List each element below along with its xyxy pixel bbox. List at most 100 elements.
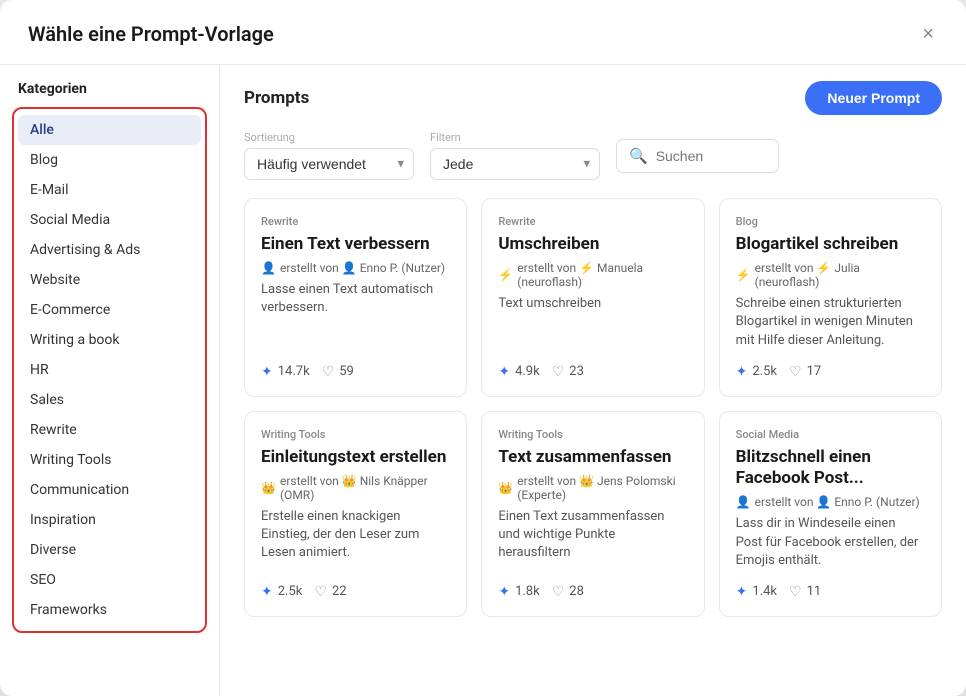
prompts-title: Prompts <box>244 88 309 108</box>
card-likes: ♡ 23 <box>552 364 584 380</box>
sort-label: Sortierung <box>244 131 414 144</box>
sidebar-item-diverse[interactable]: Diverse <box>18 535 201 565</box>
card-description: Lass dir in Windeseile einen Post für Fa… <box>736 515 925 570</box>
filter-label: Filtern <box>430 131 600 144</box>
prompt-card[interactable]: Writing Tools Einleitungstext erstellen … <box>244 411 467 617</box>
sidebar-item-communication[interactable]: Communication <box>18 475 201 505</box>
sidebar-item-e-mail[interactable]: E-Mail <box>18 175 201 205</box>
filters-row: Sortierung Häufig verwendet Filtern Jede <box>244 131 942 180</box>
sidebar-item-e-commerce[interactable]: E-Commerce <box>18 295 201 325</box>
card-uses: ✦ 1.4k <box>736 584 777 600</box>
uses-count: 2.5k <box>278 584 303 599</box>
card-title: Text zusammenfassen <box>498 447 687 468</box>
heart-icon: ♡ <box>789 364 802 380</box>
card-author: 👑 erstellt von 👑 Jens Polomski (Experte) <box>498 474 687 502</box>
author-icon: 👑 <box>261 481 276 495</box>
new-prompt-button[interactable]: Neuer Prompt <box>805 81 942 115</box>
sidebar-item-inspiration[interactable]: Inspiration <box>18 505 201 535</box>
sidebar-item-frameworks[interactable]: Frameworks <box>18 595 201 625</box>
card-likes: ♡ 11 <box>789 584 821 600</box>
likes-count: 17 <box>807 364 822 379</box>
card-uses: ✦ 2.5k <box>261 584 302 600</box>
uses-count: 4.9k <box>515 364 540 379</box>
likes-count: 11 <box>807 584 822 599</box>
card-category: Social Media <box>736 428 925 441</box>
sidebar-item-seo[interactable]: SEO <box>18 565 201 595</box>
sidebar-item-website[interactable]: Website <box>18 265 201 295</box>
modal-body: Kategorien AlleBlogE-MailSocial MediaAdv… <box>0 65 966 696</box>
prompt-card[interactable]: Rewrite Umschreiben ⚡ erstellt von ⚡ Man… <box>481 198 704 397</box>
card-author: 👑 erstellt von 👑 Nils Knäpper (OMR) <box>261 474 450 502</box>
modal-header: Wähle eine Prompt-Vorlage × <box>0 0 966 65</box>
modal-container: Wähle eine Prompt-Vorlage × Kategorien A… <box>0 0 966 696</box>
card-description: Schreibe einen strukturierten Blogartike… <box>736 295 925 350</box>
category-list: AlleBlogE-MailSocial MediaAdvertising & … <box>12 107 207 633</box>
heart-icon: ♡ <box>552 584 565 600</box>
card-category: Writing Tools <box>261 428 450 441</box>
sort-select[interactable]: Häufig verwendet <box>244 148 414 180</box>
sidebar-item-blog[interactable]: Blog <box>18 145 201 175</box>
heart-icon: ♡ <box>552 364 565 380</box>
sidebar-item-advertising---ads[interactable]: Advertising & Ads <box>18 235 201 265</box>
uses-icon: ✦ <box>261 364 273 380</box>
search-icon: 🔍 <box>629 147 648 165</box>
card-likes: ♡ 28 <box>552 584 584 600</box>
uses-icon: ✦ <box>261 584 273 600</box>
main-content: Prompts Neuer Prompt Sortierung Häufig v… <box>220 65 966 696</box>
card-category: Rewrite <box>261 215 450 228</box>
cards-grid: Rewrite Einen Text verbessern 👤 erstellt… <box>244 198 942 617</box>
card-uses: ✦ 2.5k <box>736 364 777 380</box>
card-footer: ✦ 2.5k ♡ 17 <box>736 364 925 380</box>
card-uses: ✦ 1.8k <box>498 584 539 600</box>
card-description: Text umschreiben <box>498 295 687 350</box>
heart-icon: ♡ <box>789 584 802 600</box>
likes-count: 28 <box>569 584 584 599</box>
uses-count: 14.7k <box>278 364 310 379</box>
uses-count: 2.5k <box>752 364 777 379</box>
likes-count: 22 <box>332 584 347 599</box>
card-footer: ✦ 1.8k ♡ 28 <box>498 584 687 600</box>
author-icon: 👤 <box>736 495 751 509</box>
search-wrapper[interactable]: 🔍 <box>616 139 779 173</box>
sort-filter-group: Sortierung Häufig verwendet <box>244 131 414 180</box>
uses-icon: ✦ <box>736 584 748 600</box>
card-likes: ♡ 22 <box>314 584 346 600</box>
sidebar-item-hr[interactable]: HR <box>18 355 201 385</box>
prompt-card[interactable]: Social Media Blitzschnell einen Facebook… <box>719 411 942 617</box>
heart-icon: ♡ <box>314 584 327 600</box>
filter-select[interactable]: Jede <box>430 148 600 180</box>
prompt-card[interactable]: Writing Tools Text zusammenfassen 👑 erst… <box>481 411 704 617</box>
prompt-card[interactable]: Blog Blogartikel schreiben ⚡ erstellt vo… <box>719 198 942 397</box>
card-author: ⚡ erstellt von ⚡ Manuela (neuroflash) <box>498 261 687 289</box>
card-likes: ♡ 17 <box>789 364 821 380</box>
card-title: Blogartikel schreiben <box>736 234 925 255</box>
sidebar-item-sales[interactable]: Sales <box>18 385 201 415</box>
card-category: Rewrite <box>498 215 687 228</box>
card-footer: ✦ 2.5k ♡ 22 <box>261 584 450 600</box>
sidebar-item-alle[interactable]: Alle <box>18 115 201 145</box>
card-footer: ✦ 14.7k ♡ 59 <box>261 364 450 380</box>
uses-count: 1.4k <box>752 584 777 599</box>
card-uses: ✦ 14.7k <box>261 364 310 380</box>
card-category: Blog <box>736 215 925 228</box>
card-likes: ♡ 59 <box>322 364 354 380</box>
sidebar-item-rewrite[interactable]: Rewrite <box>18 415 201 445</box>
sort-select-wrapper[interactable]: Häufig verwendet <box>244 148 414 180</box>
uses-icon: ✦ <box>498 584 510 600</box>
sidebar-item-writing-tools[interactable]: Writing Tools <box>18 445 201 475</box>
sidebar-item-writing-a-book[interactable]: Writing a book <box>18 325 201 355</box>
filter-select-wrapper[interactable]: Jede <box>430 148 600 180</box>
close-button[interactable]: × <box>918 20 938 48</box>
author-icon: ⚡ <box>736 268 751 282</box>
modal-title: Wähle eine Prompt-Vorlage <box>28 22 274 46</box>
author-icon: 👑 <box>498 481 513 495</box>
likes-count: 23 <box>569 364 584 379</box>
prompt-card[interactable]: Rewrite Einen Text verbessern 👤 erstellt… <box>244 198 467 397</box>
sidebar-item-social-media[interactable]: Social Media <box>18 205 201 235</box>
card-title: Einleitungstext erstellen <box>261 447 450 468</box>
likes-count: 59 <box>339 364 354 379</box>
card-footer: ✦ 4.9k ♡ 23 <box>498 364 687 380</box>
search-input[interactable] <box>656 148 766 164</box>
sidebar: Kategorien AlleBlogE-MailSocial MediaAdv… <box>0 65 220 696</box>
card-title: Einen Text verbessern <box>261 234 450 255</box>
